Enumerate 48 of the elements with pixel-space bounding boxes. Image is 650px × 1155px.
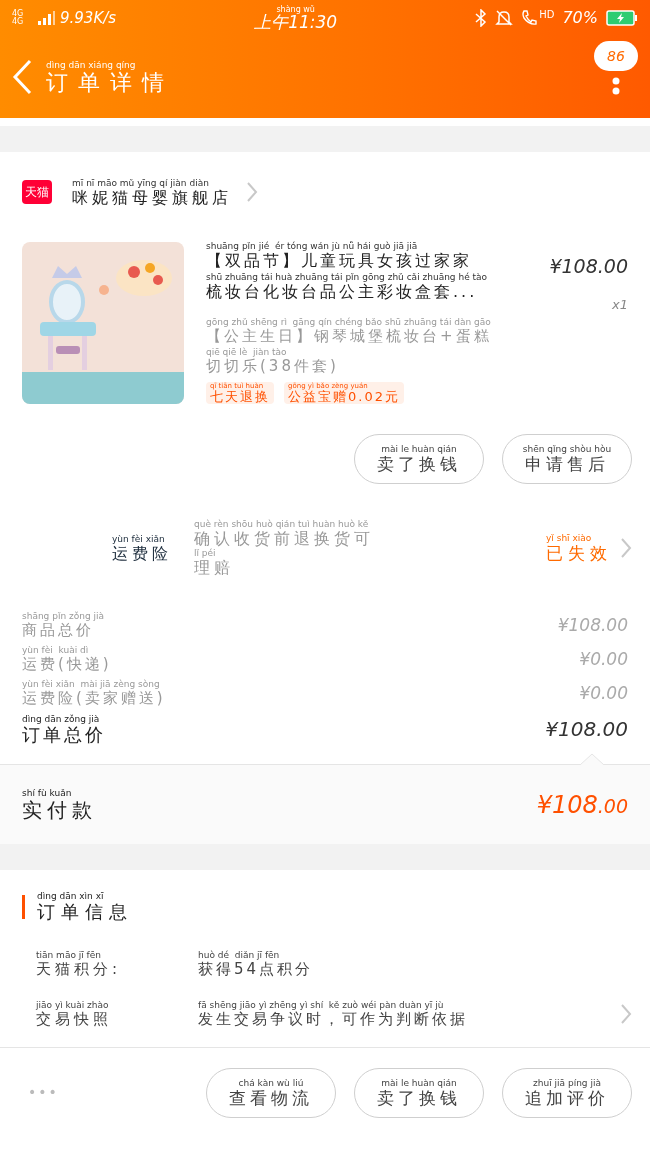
- cost-value: ¥108.00: [545, 716, 628, 743]
- info-value: fā shēng jiāo yì zhēng yì shí kě zuò wéi pàn duàn yī jù 发生交易争议时，可作为判断依据: [198, 1001, 468, 1027]
- back-icon[interactable]: [12, 59, 32, 95]
- chevron-right-icon: [246, 181, 258, 203]
- battery-percent: 70%: [562, 7, 598, 29]
- action-button[interactable]: shēn qǐng shòu hòu 申请售后: [502, 434, 632, 484]
- insurance-status: yǐ shī xiào 已失效: [546, 534, 612, 562]
- signal-icon: [38, 11, 56, 25]
- action-button[interactable]: mài le huàn qián 卖了换钱: [354, 434, 484, 484]
- paid-amount: ¥108.00: [536, 789, 628, 821]
- product-title-line: shuāng pǐn jié ér tóng wán jù nǚ hái guò jiā jiā 【双品节】儿童玩具女孩过家家: [206, 242, 473, 269]
- product-variant-line: qiē qiē lè jiàn tào 切切乐(38件套): [206, 348, 340, 374]
- insurance-label: yùn fèi xiǎn 运费险: [112, 534, 172, 562]
- cost-value: ¥0.00: [579, 681, 628, 705]
- insurance-description-line: lǐ péi 理赔: [194, 549, 235, 576]
- phone-icon: [521, 9, 538, 27]
- muted-bell-icon: [495, 9, 514, 27]
- more-icon[interactable]: [612, 77, 620, 95]
- product-quantity: x1: [612, 295, 628, 314]
- bottom-action-button[interactable]: mài le huàn qián 卖了换钱: [354, 1067, 484, 1118]
- page-title: dìng dān xiáng qíng 订单详情: [46, 60, 174, 94]
- network-speed: 9.93K/s: [60, 7, 117, 29]
- hd-label: HD: [539, 7, 555, 22]
- paid-label: shí fù kuǎn 实付款: [22, 789, 97, 820]
- insurance-description-line: què rèn shōu huò qián tuì huàn huò kě 确认收货前退换货可: [194, 520, 374, 547]
- cost-label: dìng dān zǒng jià 订单总价: [22, 715, 106, 744]
- battery-icon: [606, 10, 638, 26]
- cost-label: yùn fèi kuài dì 运费(快递): [22, 646, 112, 672]
- chevron-right-icon: [620, 537, 632, 559]
- info-label: jiāo yì kuài zhào 交易快照: [36, 1001, 113, 1027]
- info-label: tiān māo jī fēn 天猫积分:: [36, 951, 123, 977]
- cost-label: yùn fèi xiǎn mài jiā zèng sòng 运费险(卖家赠送): [22, 680, 166, 706]
- product-price: ¥108.00: [549, 254, 628, 279]
- info-value: huò dé diǎn jī fēn 获得54点积分: [198, 951, 314, 977]
- cost-value: ¥108.00: [557, 613, 628, 637]
- chevron-right-icon: [620, 1003, 632, 1025]
- product-title-line: shū zhuāng tái huà zhuāng tái pǐn gōng zhǔ cǎi zhuāng hé tào 梳妆台化妆台品公主彩妆盒套...: [206, 273, 488, 300]
- product-variant-line: gōng zhǔ shēng rì gāng qín chéng bǎo shū zhuāng tái dàn gāo 【公主生日】钢琴城堡梳妆台+蛋糕: [206, 318, 493, 344]
- network-label: 4G 4G: [12, 10, 25, 26]
- section-title: dìng dān xìn xī 订单信息: [37, 892, 133, 921]
- bottom-action-button[interactable]: chá kàn wù liú 查看物流: [206, 1067, 336, 1118]
- cost-value: ¥0.00: [579, 647, 628, 671]
- tmall-logo: 天猫: [22, 180, 52, 204]
- cost-label: shāng pǐn zǒng jià 商品总价: [22, 612, 104, 638]
- bluetooth-icon: [475, 9, 488, 27]
- status-time: shàng wǔ 上午11:30: [254, 5, 338, 31]
- bottom-action-button[interactable]: zhuī jiā píng jià 追加评价: [502, 1067, 632, 1118]
- shop-name: mī nī māo mǔ yīng qí jiàn diàn 咪妮猫母婴旗舰店: [72, 178, 232, 206]
